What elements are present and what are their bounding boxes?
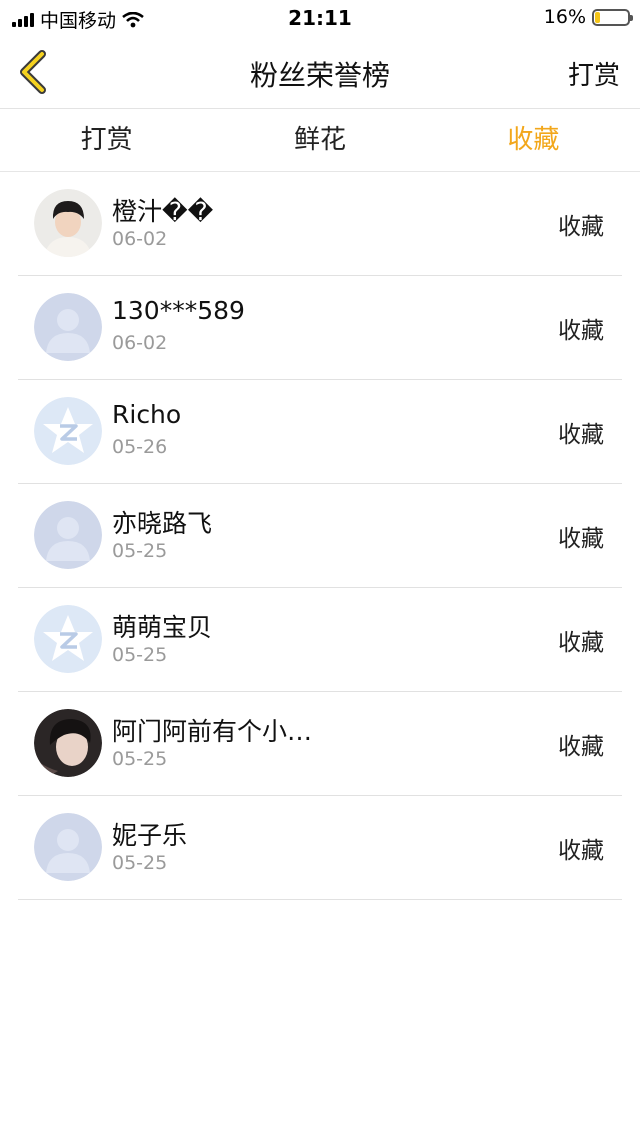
fan-date: 05-25 xyxy=(112,852,168,874)
fan-name: Richo xyxy=(112,400,182,429)
fan-date: 06-02 xyxy=(112,228,168,250)
tab-bar: 打赏 鲜花 收藏 xyxy=(0,109,640,172)
avatar[interactable] xyxy=(34,709,102,777)
list-item[interactable]: 亦晓路飞 05-25 收藏 xyxy=(18,484,622,588)
fan-action-label: 收藏 xyxy=(558,422,604,448)
fan-action-label: 收藏 xyxy=(558,734,604,760)
fan-action-label: 收藏 xyxy=(558,318,604,344)
status-right: 16% xyxy=(543,6,633,28)
avatar[interactable] xyxy=(34,605,102,673)
status-bar: 中国移动 21:11 16% xyxy=(0,0,640,34)
tab-favorites[interactable]: 收藏 xyxy=(427,109,640,171)
list-item[interactable]: 橙汁�� 06-02 收藏 xyxy=(18,172,622,276)
fan-action-label: 收藏 xyxy=(558,838,604,864)
page-title: 粉丝荣誉榜 xyxy=(249,59,390,92)
fan-name: 阿门阿前有个小… xyxy=(112,717,313,746)
fan-action-label: 收藏 xyxy=(558,630,604,656)
list-item[interactable]: Richo 05-26 收藏 xyxy=(18,380,622,484)
battery-percent: 16% xyxy=(543,6,586,28)
fan-name: 130***589 xyxy=(112,296,245,325)
fan-name: 亦晓路飞 xyxy=(112,509,213,538)
fan-date: 05-25 xyxy=(112,748,168,770)
nav-bar: 粉丝荣誉榜 打赏 xyxy=(0,34,640,109)
avatar[interactable] xyxy=(34,293,102,361)
list-item[interactable]: 妮子乐 05-25 收藏 xyxy=(18,796,622,900)
avatar[interactable] xyxy=(34,501,102,569)
fan-list: 橙汁�� 06-02 收藏 130***589 06-02 收藏 Richo 05-26 收… xyxy=(0,172,640,900)
reward-button[interactable]: 打赏 xyxy=(568,55,620,92)
list-item[interactable]: 130***589 06-02 收藏 xyxy=(18,276,622,380)
battery-fill xyxy=(595,11,601,23)
fan-date: 05-26 xyxy=(112,436,168,458)
fan-name: 萌萌宝贝 xyxy=(112,613,213,642)
avatar[interactable] xyxy=(34,397,102,465)
fan-action-label: 收藏 xyxy=(558,214,604,240)
fan-name: 妮子乐 xyxy=(112,821,188,850)
battery-icon xyxy=(592,8,633,26)
avatar[interactable] xyxy=(34,189,102,257)
fan-name: 橙汁�� xyxy=(112,197,214,226)
fan-date: 05-25 xyxy=(112,644,168,666)
avatar[interactable] xyxy=(34,813,102,881)
fan-action-label: 收藏 xyxy=(558,526,604,552)
tab-reward[interactable]: 打赏 xyxy=(0,109,213,171)
tab-flowers[interactable]: 鲜花 xyxy=(213,109,426,171)
list-item[interactable]: 阿门阿前有个小… 05-25 收藏 xyxy=(18,692,622,796)
fan-date: 06-02 xyxy=(112,332,168,354)
fan-date: 05-25 xyxy=(112,540,168,562)
list-item[interactable]: 萌萌宝贝 05-25 收藏 xyxy=(18,588,622,692)
